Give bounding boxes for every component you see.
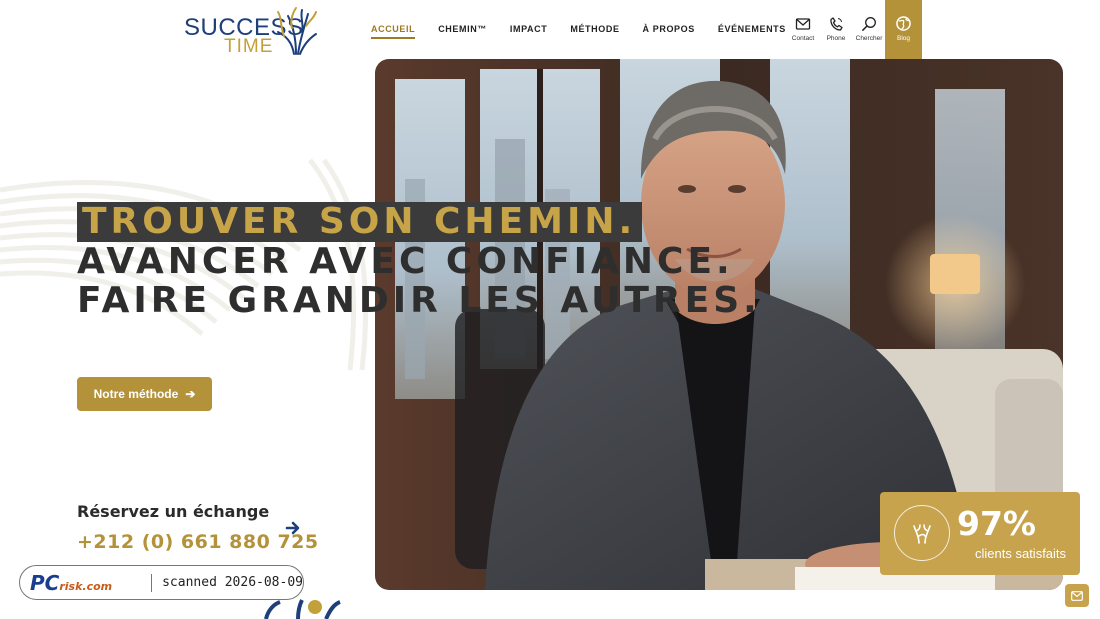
decorative-tree-fragment (264, 599, 341, 619)
nav-item-chemin[interactable]: CHEMIN™ (438, 24, 487, 39)
blog-label: Blog (896, 35, 910, 42)
headline-line-1: TROUVER SON CHEMIN. (77, 202, 761, 242)
header-tools: Contact Phone Chercher (788, 16, 887, 42)
headline-line-2: AVANCER AVEC CONFIANCE. (77, 241, 734, 282)
booking-phone-link[interactable]: +212 (0) 661 880 725 (77, 531, 319, 553)
booking-title: Réservez un échange (77, 502, 270, 521)
watermark-divider (151, 573, 153, 592)
search-icon (862, 17, 876, 31)
contact-label: Contact (791, 35, 815, 42)
nav-item-impact[interactable]: IMPACT (510, 24, 547, 39)
blog-button[interactable]: Blog (885, 0, 922, 59)
pcrisk-watermark: PCrisk.com scanned 2026-08-09 (19, 565, 304, 600)
satisfaction-stat-card: 97% clients satisfaits (880, 492, 1080, 575)
watermark-text: scanned 2026-08-09 (162, 575, 303, 590)
nav-item-methode[interactable]: MÉTHODE (570, 24, 619, 39)
main-nav: ACCUEIL CHEMIN™ IMPACT MÉTHODE À PROPOS … (371, 24, 809, 39)
pcrisk-logo: PCrisk.com (30, 571, 141, 595)
nav-item-a-propos[interactable]: À PROPOS (643, 24, 695, 39)
logo-word-time: TIME (224, 36, 274, 57)
notre-methode-button[interactable]: Notre méthode ➔ (77, 377, 212, 411)
nav-item-evenements[interactable]: ÉVÉNEMENTS (718, 24, 786, 39)
tree-icon (913, 524, 931, 544)
nav-item-accueil[interactable]: ACCUEIL (371, 24, 416, 39)
stat-label: clients satisfaits (975, 546, 1067, 561)
phone-icon (830, 17, 843, 31)
booking-arrow-icon[interactable] (285, 520, 301, 536)
stat-value: 97% (957, 504, 1036, 543)
contact-button[interactable]: Contact (788, 16, 818, 42)
search-button[interactable]: Chercher (854, 16, 884, 42)
mail-fab-button[interactable] (1065, 584, 1089, 607)
pcrisk-logo-sub: risk.com (59, 579, 113, 593)
mail-icon (1071, 590, 1083, 601)
site-logo[interactable]: SUCCESS TIME (184, 6, 320, 57)
envelope-icon (795, 18, 811, 30)
cta-label: Notre méthode (93, 387, 179, 401)
phone-button[interactable]: Phone (821, 16, 851, 42)
globe-icon (896, 16, 911, 31)
search-label: Chercher (855, 35, 883, 42)
pcrisk-logo-main: PC (30, 570, 60, 595)
phone-label: Phone (826, 35, 846, 42)
logo-tree-icon (277, 7, 317, 55)
headline-line-3: FAIRE GRANDIR LES AUTRES. (77, 280, 761, 321)
headline-highlight: TROUVER SON CHEMIN. (77, 202, 643, 242)
stat-icon-circle (894, 505, 950, 561)
hero-headline: TROUVER SON CHEMIN. AVANCER AVEC CONFIAN… (77, 202, 761, 320)
arrow-right-icon: ➔ (185, 387, 196, 401)
